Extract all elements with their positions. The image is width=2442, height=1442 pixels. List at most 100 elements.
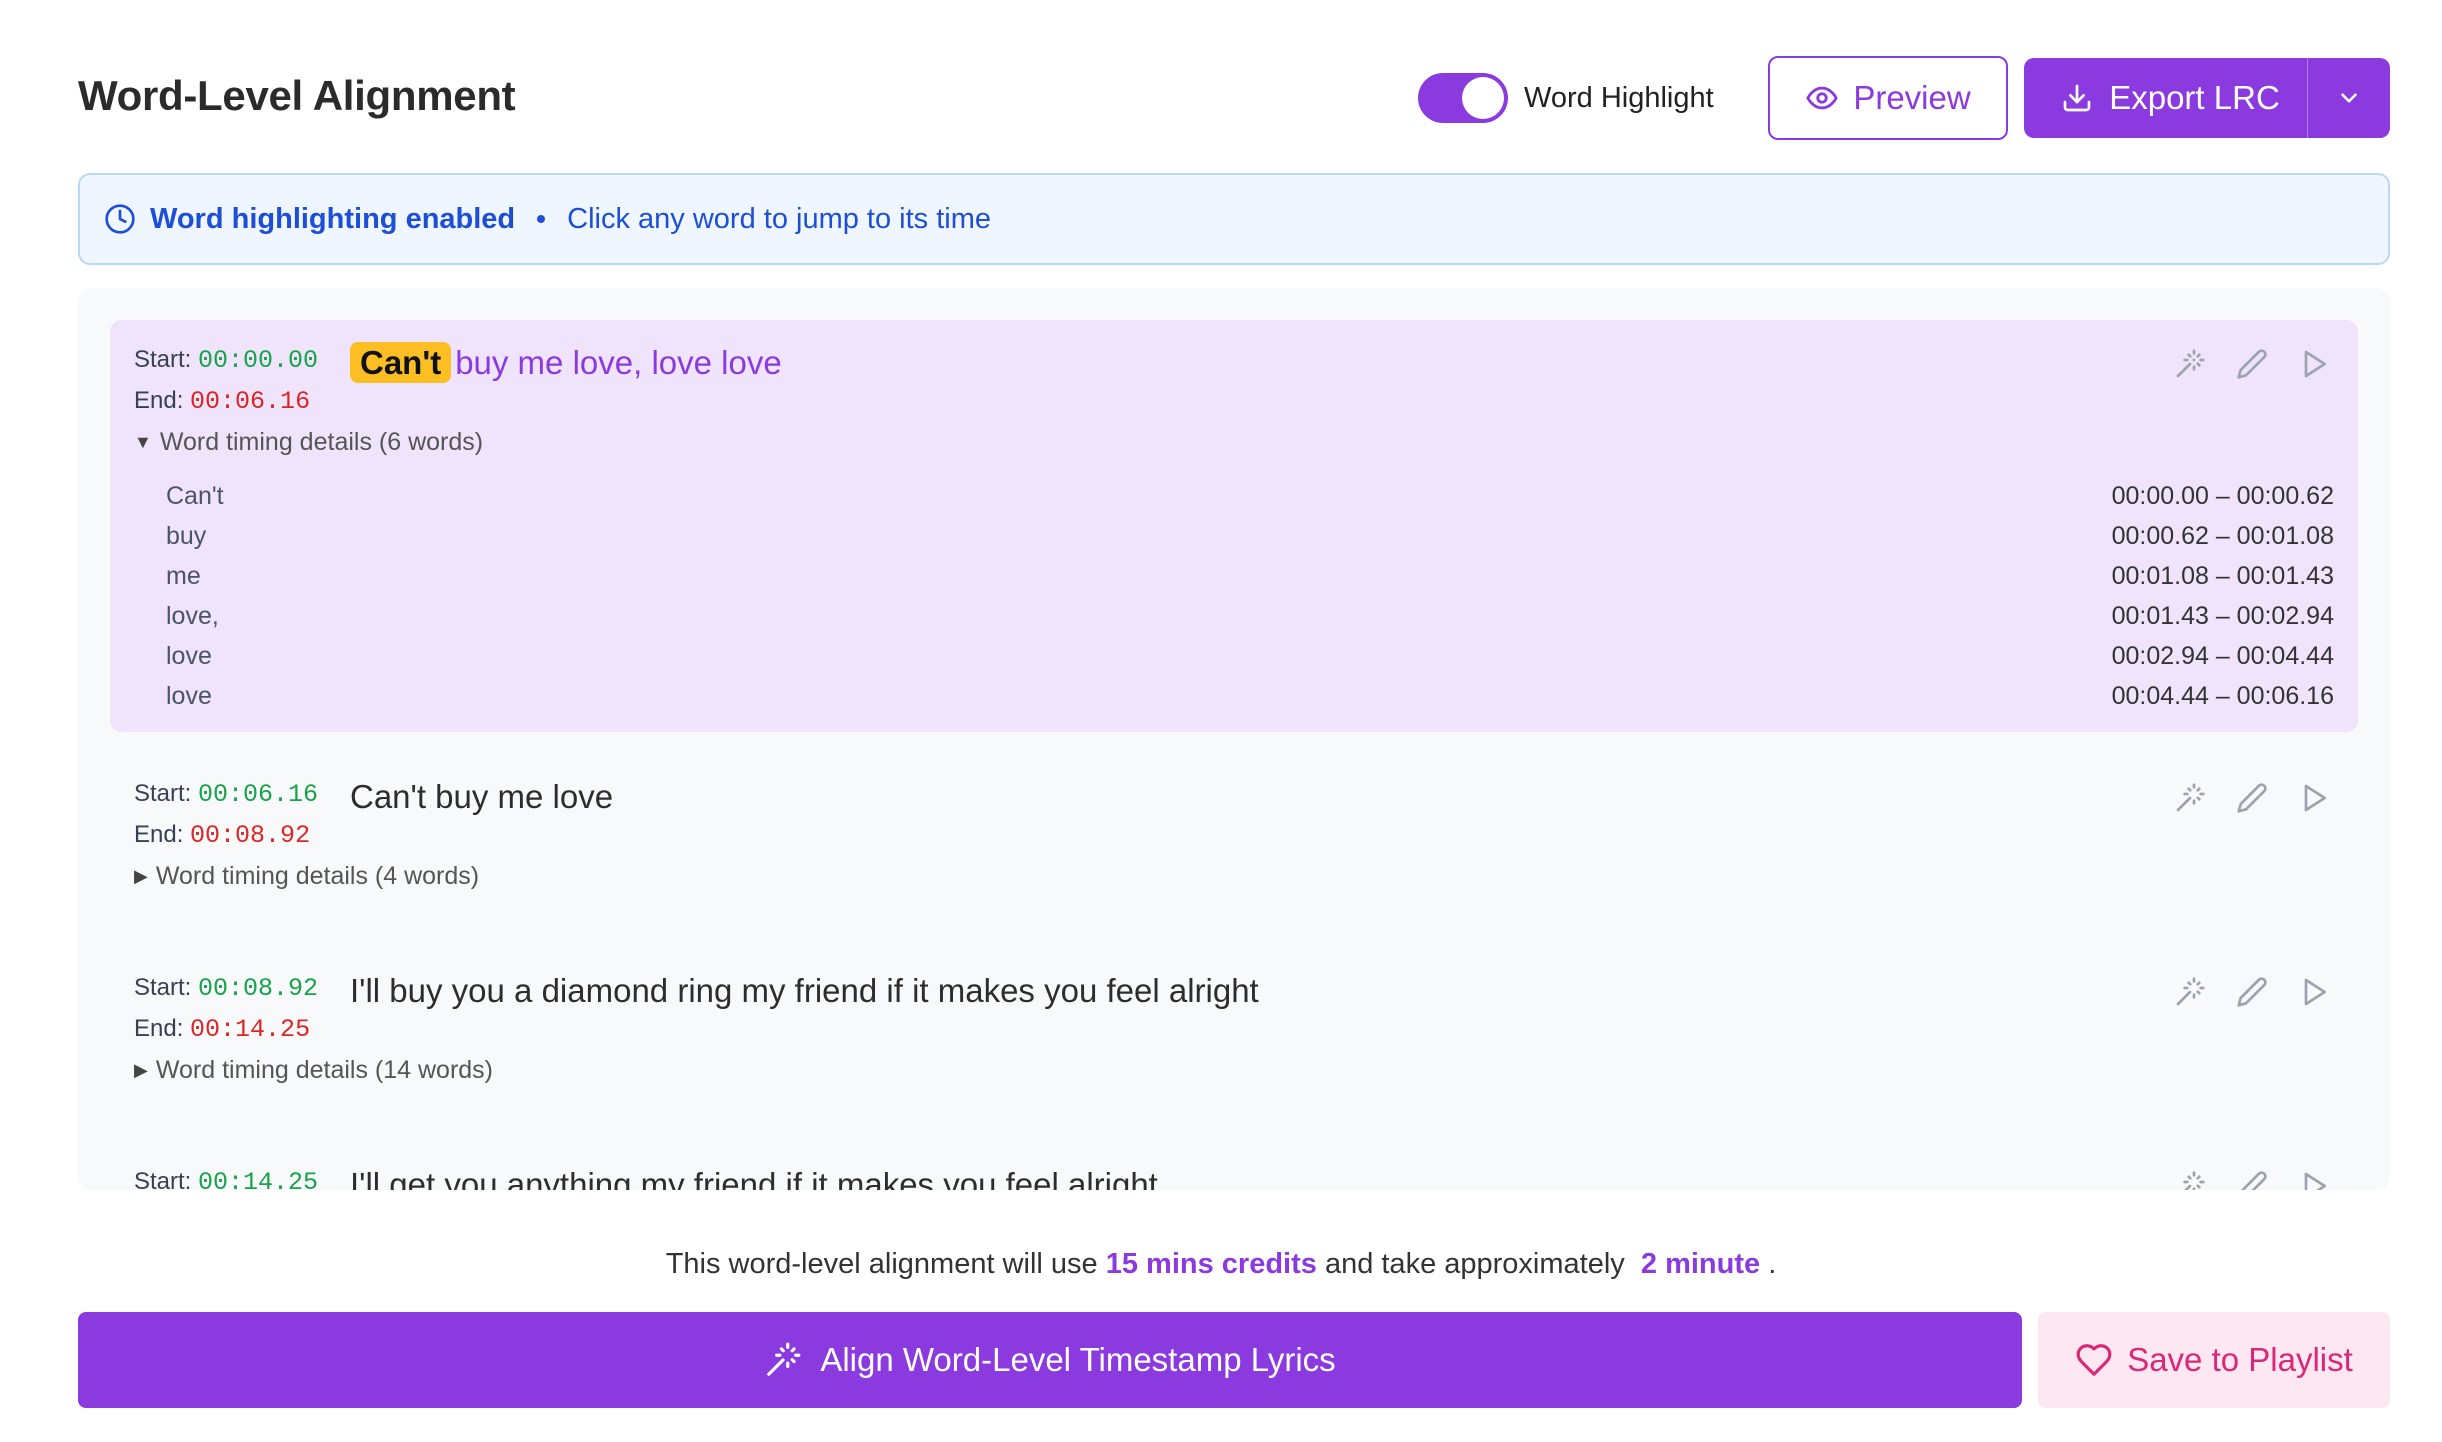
start-time: 00:08.92 bbox=[198, 974, 319, 1003]
word-timing-row[interactable]: Can't 00:00.00 – 00:00.62 bbox=[166, 476, 2334, 516]
row-times: Start: 00:08.92 End: 00:14.25 bbox=[134, 968, 318, 1050]
start-label: Start: bbox=[134, 974, 192, 1001]
word-range: 00:02.94 – 00:04.44 bbox=[2111, 641, 2334, 670]
credits-prefix: This word-level alignment will use bbox=[665, 1248, 1098, 1280]
start-label: Start: bbox=[134, 1168, 192, 1190]
credits-time: 2 minute bbox=[1640, 1248, 1761, 1280]
expanded-triangle-icon: ▼ bbox=[134, 432, 152, 452]
details-label: Word timing details (14 words) bbox=[155, 1056, 494, 1084]
details-label: Word timing details (4 words) bbox=[155, 862, 480, 890]
play-icon[interactable] bbox=[2298, 348, 2330, 380]
info-hint-text: Click any word to jump to its time bbox=[567, 202, 992, 235]
save-label: Save to Playlist bbox=[2127, 1341, 2353, 1378]
save-to-playlist-button[interactable]: Save to Playlist bbox=[2038, 1312, 2390, 1408]
lyrics-list[interactable]: Start: 00:00.00 End: 00:06.16 Can't buy m… bbox=[78, 288, 2390, 1190]
highlighted-word[interactable]: Can't bbox=[350, 342, 452, 383]
lyric-text: Can't buy me love, love love bbox=[350, 342, 782, 383]
word-timing-row[interactable]: love 00:04.44 – 00:06.16 bbox=[166, 676, 2334, 716]
word-range: 00:01.43 – 00:02.94 bbox=[2111, 601, 2334, 630]
word-text: love bbox=[166, 641, 212, 670]
lyric-row[interactable]: Start: 00:06.16 End: 00:08.92 Can't buy … bbox=[110, 754, 2358, 926]
details-label: Word timing details (6 words) bbox=[159, 428, 484, 456]
lyric-row[interactable]: Start: 00:00.00 End: 00:06.16 Can't buy m… bbox=[110, 320, 2358, 732]
end-time: 00:14.25 bbox=[190, 1015, 311, 1044]
magic-wand-icon bbox=[764, 1341, 802, 1379]
credits-suffix: . bbox=[1768, 1248, 1777, 1280]
word-timing-details-toggle[interactable]: ▼ Word timing details (6 words) bbox=[134, 428, 483, 457]
end-label: End: bbox=[134, 821, 184, 848]
word-text: Can't bbox=[166, 481, 224, 510]
word-timing-row[interactable]: love 00:02.94 – 00:04.44 bbox=[166, 636, 2334, 676]
word-range: 00:00.00 – 00:00.62 bbox=[2111, 481, 2334, 510]
preview-label: Preview bbox=[1853, 79, 1971, 116]
word-range: 00:01.08 – 00:01.43 bbox=[2111, 561, 2334, 590]
lyric-text[interactable]: I'll get you anything my friend if it ma… bbox=[350, 1166, 1158, 1190]
magic-wand-icon[interactable] bbox=[2174, 1170, 2206, 1190]
lyric-row[interactable]: Start: 00:08.92 End: 00:14.25 I'll buy y… bbox=[110, 948, 2358, 1120]
play-icon[interactable] bbox=[2298, 782, 2330, 814]
word-timing-details-toggle[interactable]: ▶ Word timing details (4 words) bbox=[134, 862, 479, 891]
header: Word-Level Alignment Word Highlight Prev… bbox=[78, 56, 2390, 140]
row-times: Start: 00:00.00 End: 00:06.16 bbox=[134, 340, 318, 422]
pencil-icon[interactable] bbox=[2236, 348, 2268, 380]
word-highlight-toggle[interactable] bbox=[1418, 73, 1508, 123]
credits-amount: 15 mins credits bbox=[1105, 1248, 1317, 1280]
word-range: 00:00.62 – 00:01.08 bbox=[2111, 521, 2334, 550]
export-lrc-label: Export LRC bbox=[2109, 79, 2280, 116]
collapsed-triangle-icon: ▶ bbox=[134, 1060, 148, 1080]
end-time: 00:08.92 bbox=[190, 821, 311, 850]
word-timing-row[interactable]: me 00:01.08 – 00:01.43 bbox=[166, 556, 2334, 596]
chevron-down-icon bbox=[2336, 85, 2362, 111]
end-time: 00:06.16 bbox=[190, 387, 311, 416]
credits-middle: and take approximately bbox=[1324, 1248, 1625, 1280]
word-highlight-toggle-group: Word Highlight bbox=[1418, 72, 1714, 124]
lyric-rest[interactable]: buy me love, love love bbox=[455, 344, 782, 381]
row-times: Start: 00:14.25 bbox=[134, 1162, 318, 1190]
lyric-row[interactable]: Start: 00:14.25 I'll get you anything my… bbox=[110, 1142, 2358, 1190]
row-actions bbox=[2174, 782, 2330, 814]
play-icon[interactable] bbox=[2298, 976, 2330, 1008]
word-highlight-label: Word Highlight bbox=[1524, 81, 1714, 114]
export-lrc-button-group: Export LRC bbox=[2024, 58, 2390, 138]
end-label: End: bbox=[134, 1015, 184, 1042]
word-timing-details-toggle[interactable]: ▶ Word timing details (14 words) bbox=[134, 1056, 493, 1085]
row-actions bbox=[2174, 348, 2330, 380]
pencil-icon[interactable] bbox=[2236, 782, 2268, 814]
export-options-dropdown[interactable] bbox=[2307, 58, 2390, 138]
word-text: love, bbox=[166, 601, 219, 630]
page-title: Word-Level Alignment bbox=[78, 72, 516, 119]
row-times: Start: 00:06.16 End: 00:08.92 bbox=[134, 774, 318, 856]
export-lrc-button[interactable]: Export LRC bbox=[2024, 58, 2307, 138]
play-icon[interactable] bbox=[2298, 1170, 2330, 1190]
eye-icon bbox=[1805, 81, 1839, 115]
lyric-text[interactable]: I'll buy you a diamond ring my friend if… bbox=[350, 972, 1259, 1010]
word-range: 00:04.44 – 00:06.16 bbox=[2111, 681, 2334, 710]
pencil-icon[interactable] bbox=[2236, 976, 2268, 1008]
info-status-text: Word highlighting enabled bbox=[150, 202, 516, 235]
download-icon bbox=[2061, 82, 2093, 114]
start-time: 00:00.00 bbox=[198, 346, 319, 375]
align-label: Align Word-Level Timestamp Lyrics bbox=[820, 1341, 1336, 1378]
magic-wand-icon[interactable] bbox=[2174, 782, 2206, 814]
clock-icon bbox=[104, 203, 136, 235]
row-actions bbox=[2174, 976, 2330, 1008]
magic-wand-icon[interactable] bbox=[2174, 348, 2206, 380]
page: Word-Level Alignment Word Highlight Prev… bbox=[0, 0, 2442, 1442]
align-lyrics-button[interactable]: Align Word-Level Timestamp Lyrics bbox=[78, 1312, 2022, 1408]
end-label: End: bbox=[134, 387, 184, 414]
pencil-icon[interactable] bbox=[2236, 1170, 2268, 1190]
word-text: love bbox=[166, 681, 212, 710]
word-text: buy bbox=[166, 521, 207, 550]
heart-icon bbox=[2075, 1341, 2113, 1379]
start-time: 00:06.16 bbox=[198, 780, 319, 809]
word-text: me bbox=[166, 561, 201, 590]
preview-button[interactable]: Preview bbox=[1768, 56, 2008, 140]
lyric-text[interactable]: Can't buy me love bbox=[350, 778, 613, 816]
credits-summary: This word-level alignment will use 15 mi… bbox=[0, 1248, 2442, 1281]
toggle-knob bbox=[1462, 77, 1504, 119]
word-timing-row[interactable]: buy 00:00.62 – 00:01.08 bbox=[166, 516, 2334, 556]
magic-wand-icon[interactable] bbox=[2174, 976, 2206, 1008]
info-banner: Word highlighting enabled Click any word… bbox=[78, 173, 2390, 265]
collapsed-triangle-icon: ▶ bbox=[134, 866, 148, 886]
word-timing-row[interactable]: love, 00:01.43 – 00:02.94 bbox=[166, 596, 2334, 636]
